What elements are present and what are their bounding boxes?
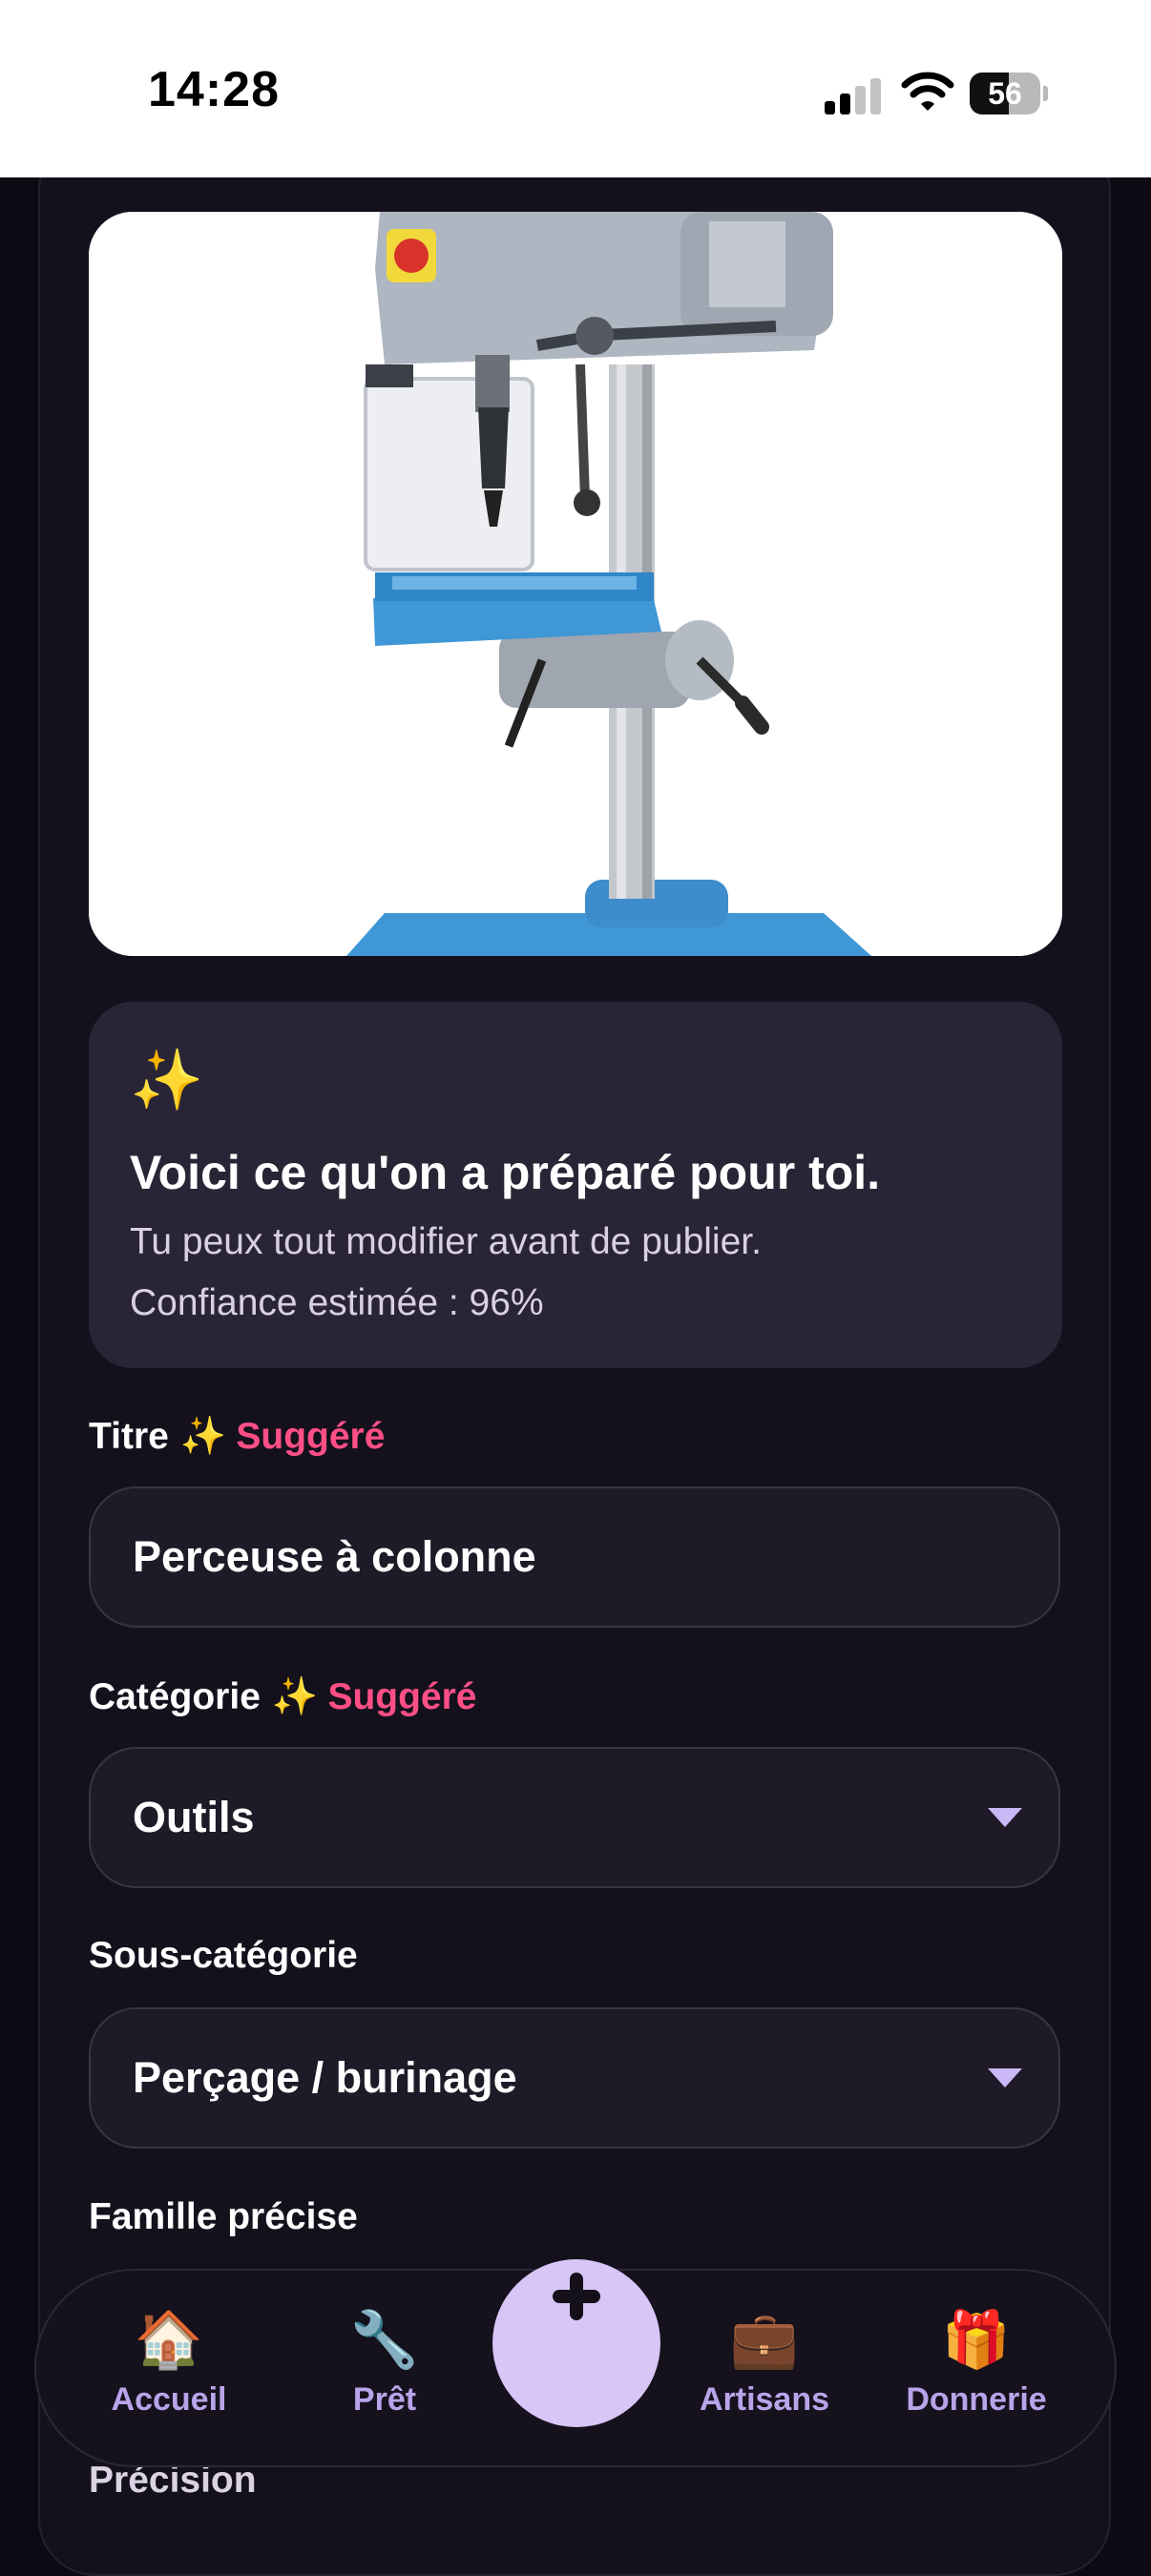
status-time: 14:28 [148,62,280,117]
ai-card-title: Voici ce qu'on a préparé pour toi. [130,1146,881,1199]
nav-item-accueil[interactable]: 🏠 Accueil [78,2307,260,2419]
signal-bar [840,93,850,114]
title-input-value[interactable]: Perceuse à colonne [133,1488,536,1626]
nav-item-artisans[interactable]: 💼 Artisans [674,2307,855,2419]
signal-bar [825,101,835,114]
sparkles-icon: ✨ [179,1416,227,1457]
title-label: Titre ✨ Suggéré [89,1414,385,1458]
subcategory-label: Sous-catégorie [89,1935,358,1976]
category-label-text: Catégorie [89,1676,261,1717]
sparkles-icon: ✨ [130,1048,204,1113]
ai-card-subtitle: Tu peux tout modifier avant de publier. [130,1221,762,1262]
chevron-down-icon[interactable] [988,2068,1022,2088]
suggested-badge: Suggéré [236,1416,386,1457]
wrench-icon: 🔧 [349,2309,420,2371]
nav-item-donnerie[interactable]: 🎁 Donnerie [886,2307,1067,2419]
category-select-value[interactable]: Outils [133,1749,255,1886]
ai-confidence-text: Confiance estimée : 96% [130,1282,544,1323]
wifi-icon [901,71,954,113]
bottom-nav: 🏠 Accueil 🔧 Prêt 💼 Artisans 🎁 Donnerie [34,2259,1117,2467]
signal-bar [855,86,866,114]
gift-icon: 🎁 [941,2309,1012,2371]
nav-label: Donnerie [906,2381,1047,2418]
item-photo[interactable] [89,212,1062,956]
subcategory-select-value[interactable]: Perçage / burinage [133,2009,517,2147]
nav-label: Artisans [699,2381,830,2418]
sparkles-icon: ✨ [271,1676,319,1717]
chevron-down-icon[interactable] [988,1808,1022,1827]
battery-level: 56 [988,76,1022,111]
cellular-signal-icon [825,76,882,114]
nav-item-pret[interactable]: 🔧 Prêt [294,2307,475,2419]
suggested-badge: Suggéré [327,1676,477,1717]
subcategory-select[interactable]: Perçage / burinage [89,2007,1060,2149]
nav-label: Accueil [111,2381,227,2418]
drill-press-image [89,212,1062,956]
title-label-text: Titre [89,1416,169,1457]
signal-bar [870,78,881,114]
briefcase-icon: 💼 [729,2309,800,2371]
nav-label: Prêt [352,2381,417,2418]
category-select[interactable]: Outils [89,1747,1060,1888]
category-label: Catégorie ✨ Suggéré [89,1674,477,1718]
family-label: Famille précise [89,2196,358,2237]
status-bar: 14:28 56 [0,0,1151,177]
house-icon: 🏠 [134,2309,204,2371]
add-listing-button[interactable] [492,2259,660,2427]
ai-suggestion-card: ✨ Voici ce qu'on a préparé pour toi. Tu … [89,1002,1062,1368]
battery-icon: 56 [970,73,1048,114]
title-input[interactable]: Perceuse à colonne [89,1486,1060,1628]
